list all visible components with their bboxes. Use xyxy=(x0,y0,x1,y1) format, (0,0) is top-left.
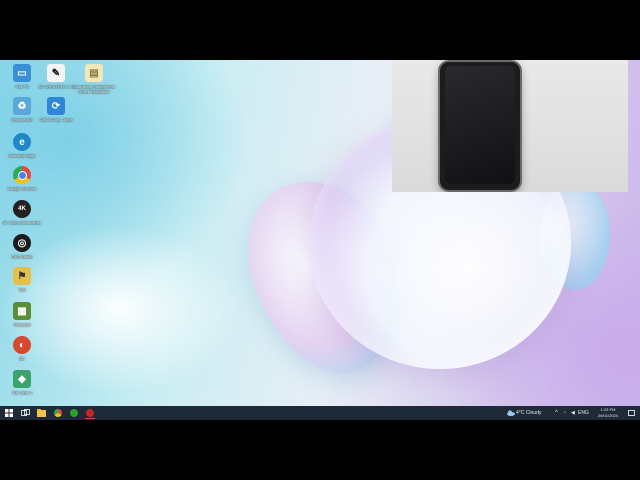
taskbar: 4°C Cloudy ^ ◔ ◀ ENG 1:23 PM 26/01/2024 xyxy=(0,406,640,420)
this-pc-icon: ▭ xyxy=(13,64,31,82)
red-app-icon: ◐ xyxy=(13,336,31,354)
desktop-icon-tool[interactable]: ⚑ Tool xyxy=(0,267,44,292)
taskbar-xbox[interactable] xyxy=(69,408,79,418)
desktop: ▭ This PC ✎ 3D CREATOR 2 1.0 ▤ Saumsung … xyxy=(0,60,640,406)
task-view-icon xyxy=(20,409,30,416)
windows-icon xyxy=(5,409,13,417)
tool-icon: ⚑ xyxy=(13,267,31,285)
task-view-button[interactable] xyxy=(20,408,30,418)
camera-overlay xyxy=(392,60,628,192)
desktop-icon-update-app[interactable]: ⟳ Call of Duty - Apps xyxy=(34,97,78,122)
desktop-icon-folder[interactable]: ▤ Saumsung Smartphone Driver Installatio… xyxy=(72,64,116,94)
desktop-icon-minecraft[interactable]: ▦ Minecraft xyxy=(0,302,44,327)
desktop-icon-obs[interactable]: ◎ OBS Studio xyxy=(0,234,44,259)
minecraft-icon: ▦ xyxy=(13,302,31,320)
start-button[interactable] xyxy=(4,408,14,418)
desktop-icon-chrome[interactable]: Google Chrome xyxy=(0,166,44,191)
taskbar-file-explorer[interactable] xyxy=(36,408,46,418)
clock-date: 26/01/2024 xyxy=(597,413,619,418)
clock[interactable]: 1:23 PM 26/01/2024 xyxy=(596,407,620,419)
taskbar-app-active[interactable] xyxy=(85,408,95,419)
weather-text[interactable]: 4°C Cloudy xyxy=(516,409,541,417)
notification-icon xyxy=(627,409,635,416)
phone-screen xyxy=(445,66,515,184)
chrome-icon xyxy=(54,409,62,417)
tray-chevron-icon[interactable]: ^ xyxy=(555,409,558,417)
recycle-bin-icon: ♻ xyxy=(13,97,31,115)
file-icon: ✎ xyxy=(47,64,65,82)
taskbar-chrome[interactable] xyxy=(53,408,63,418)
volume-icon[interactable]: ◀ xyxy=(571,409,575,417)
xbox-icon xyxy=(70,409,78,417)
phone-image xyxy=(440,62,520,190)
desktop-icon-edge[interactable]: e Microsoft Edge xyxy=(0,133,44,158)
folder-icon: ▤ xyxy=(85,64,103,82)
language-indicator[interactable]: ENG xyxy=(578,409,589,417)
wifi-icon[interactable]: ◔ xyxy=(563,409,566,417)
sims-icon: ◆ xyxy=(13,370,31,388)
edge-icon: e xyxy=(13,133,31,151)
desktop-icon-red-app[interactable]: ◐ BC xyxy=(0,336,44,361)
desktop-icon-sims[interactable]: ◆ The Sims 4 xyxy=(0,370,44,395)
chrome-icon xyxy=(13,166,31,184)
desktop-icon-4k-downloader[interactable]: 4K 4K Video Downloader xyxy=(0,200,44,225)
folder-icon xyxy=(36,409,46,417)
update-app-icon: ⟳ xyxy=(47,97,65,115)
app-icon xyxy=(86,409,94,417)
4k-downloader-icon: 4K xyxy=(13,200,31,218)
obs-icon: ◎ xyxy=(13,234,31,252)
notification-button[interactable] xyxy=(626,408,636,418)
weather-icon[interactable] xyxy=(506,408,516,418)
